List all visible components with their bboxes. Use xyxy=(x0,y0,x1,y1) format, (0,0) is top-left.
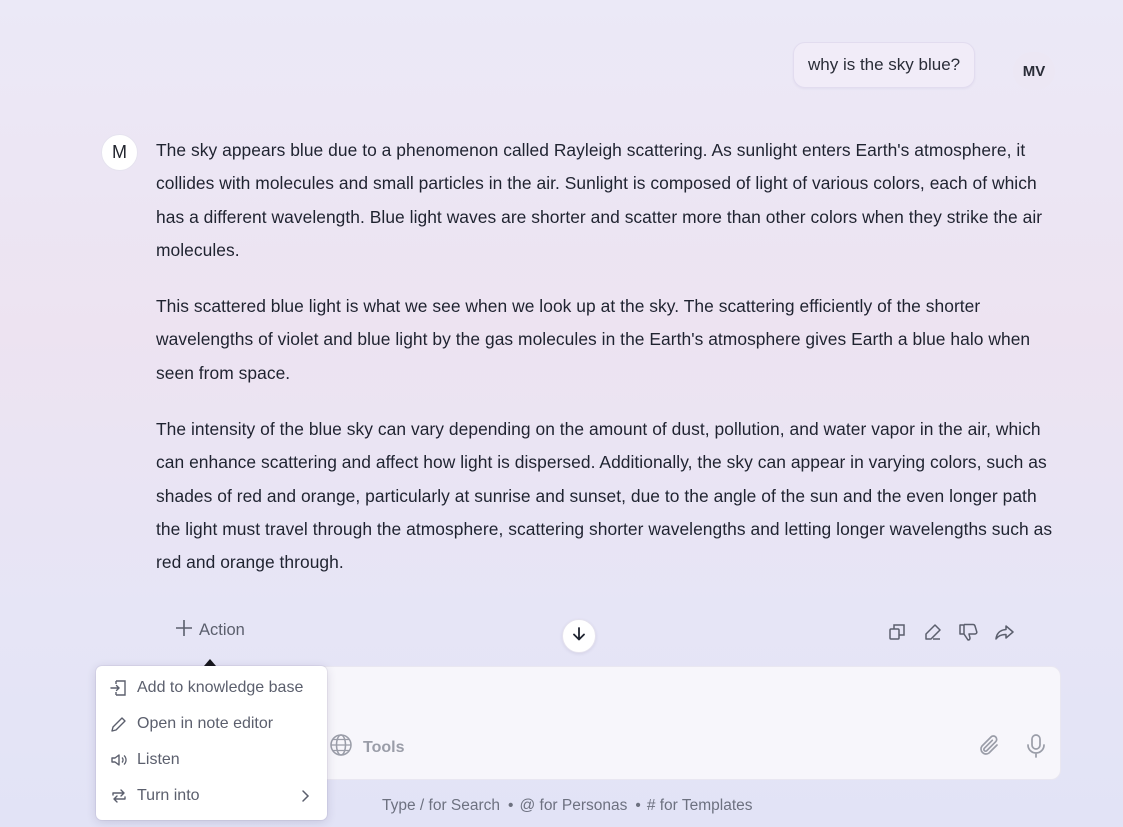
action-button-label: Action xyxy=(199,620,245,639)
user-avatar[interactable]: MV xyxy=(1013,52,1055,90)
speaker-icon xyxy=(110,751,128,769)
message-toolbar xyxy=(886,620,1016,644)
assistant-avatar: M xyxy=(101,134,138,171)
user-message-text: why is the sky blue? xyxy=(808,55,961,74)
pencil-icon xyxy=(110,715,128,733)
tools-button[interactable]: Tools xyxy=(329,733,404,762)
message-composer[interactable]: Tools xyxy=(258,666,1061,780)
action-button[interactable]: Action xyxy=(175,619,245,641)
menu-item-label: Open in note editor xyxy=(137,715,274,732)
user-message-bubble: why is the sky blue? xyxy=(793,42,976,88)
hint-templates: # for Templates xyxy=(646,797,753,814)
assistant-message: The sky appears blue due to a phenomenon… xyxy=(156,134,1056,603)
hint-separator: • xyxy=(635,797,641,814)
action-menu: Add to knowledge base Open in note edito… xyxy=(96,666,327,820)
hint-personas: @ for Personas xyxy=(519,797,628,814)
globe-icon xyxy=(329,733,353,762)
share-icon[interactable] xyxy=(994,620,1016,644)
answer-paragraph: The sky appears blue due to a phenomenon… xyxy=(156,140,1043,260)
hint-search: Type / for Search xyxy=(382,797,501,814)
arrow-down-icon xyxy=(571,626,587,647)
menu-item-label: Turn into xyxy=(137,787,200,804)
menu-item-listen[interactable]: Listen xyxy=(96,742,327,778)
menu-item-open-in-note-editor[interactable]: Open in note editor xyxy=(96,706,327,742)
composer-hint: Type / for Search • @ for Personas • # for T… xyxy=(382,797,753,815)
menu-item-turn-into[interactable]: Turn into xyxy=(96,778,327,814)
user-avatar-initials: MV xyxy=(1022,62,1046,80)
paperclip-icon[interactable] xyxy=(977,733,1003,759)
menu-item-add-to-knowledge-base[interactable]: Add to knowledge base xyxy=(96,670,327,706)
menu-item-label: Add to knowledge base xyxy=(137,679,304,696)
chevron-right-icon xyxy=(301,787,311,810)
answer-paragraph: The intensity of the blue sky can vary d… xyxy=(156,419,1053,573)
convert-icon xyxy=(110,787,128,805)
knowledge-base-icon xyxy=(110,679,128,697)
scroll-to-bottom-button[interactable] xyxy=(562,619,596,653)
answer-paragraph: This scattered blue light is what we see… xyxy=(156,296,1031,383)
edit-icon[interactable] xyxy=(922,620,944,644)
tools-label: Tools xyxy=(363,738,405,756)
hint-separator: • xyxy=(508,797,514,814)
menu-item-label: Listen xyxy=(137,751,180,768)
plus-icon xyxy=(175,619,193,641)
copy-icon[interactable] xyxy=(886,620,908,644)
thumbs-down-icon[interactable] xyxy=(958,620,980,644)
menu-caret xyxy=(204,659,216,666)
assistant-avatar-initial: M xyxy=(112,142,127,162)
microphone-icon[interactable] xyxy=(1023,733,1049,759)
